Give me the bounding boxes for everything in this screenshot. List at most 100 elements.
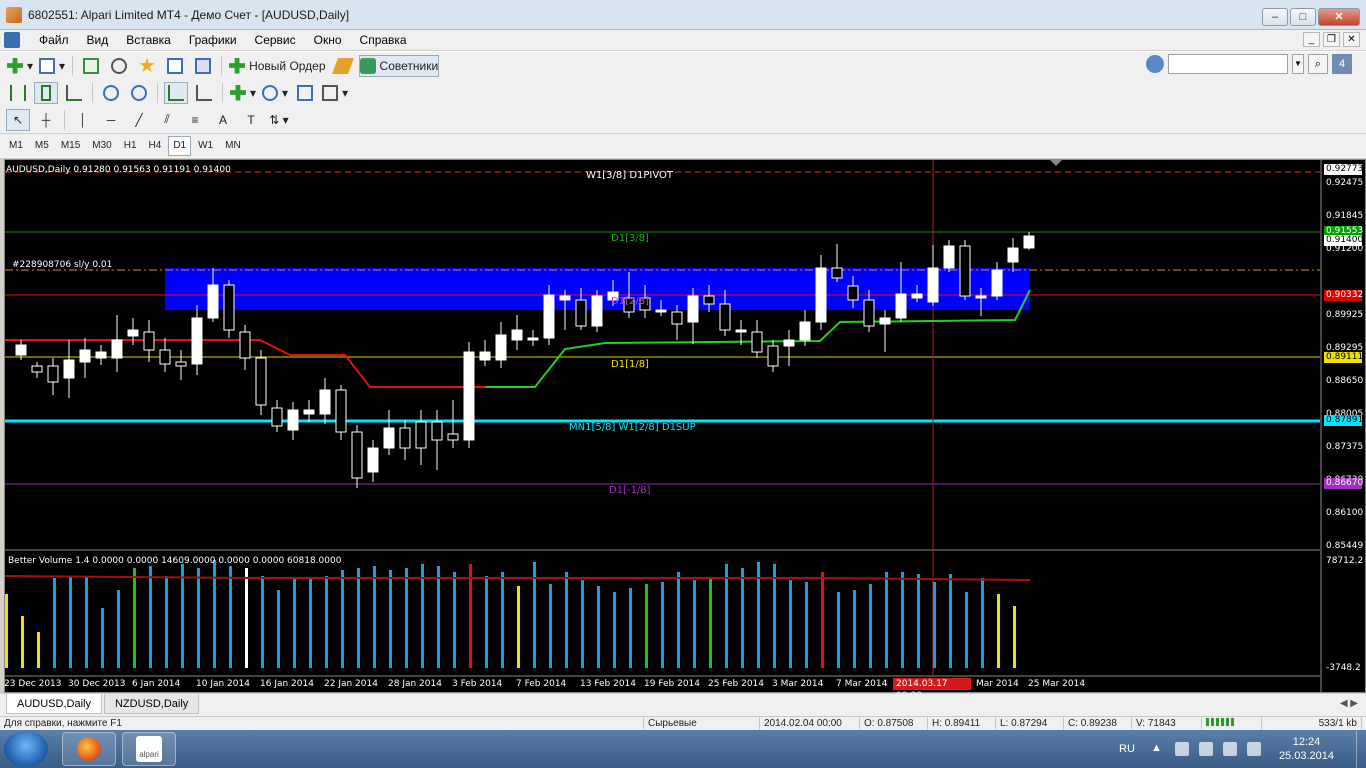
candle-body xyxy=(1007,247,1019,263)
network-warning-icon[interactable] xyxy=(1174,742,1189,756)
volume-bar xyxy=(693,580,696,668)
volume-bar xyxy=(741,568,744,668)
candle-body xyxy=(271,407,283,427)
volume-bar xyxy=(517,586,520,668)
volume-tick: 78712.2 xyxy=(1326,556,1364,566)
candle-body xyxy=(415,421,427,449)
candle-body xyxy=(895,293,907,319)
candle-body xyxy=(127,329,139,337)
candle-body xyxy=(863,299,875,327)
battery-icon[interactable] xyxy=(1198,742,1213,756)
clock-date: 25.03.2014 xyxy=(1278,750,1334,762)
level-label-d1-2-8: D1[2/8] xyxy=(611,296,649,307)
date-tick: 7 Feb 2014 xyxy=(516,679,567,689)
price-tick: 0.92475 xyxy=(1326,178,1364,188)
status-volume: V: 71843 xyxy=(1132,717,1202,730)
candle-body xyxy=(287,409,299,431)
volume-bar xyxy=(389,570,392,668)
volume-bar xyxy=(373,566,376,668)
volume-bar xyxy=(181,564,184,668)
volume-icon[interactable] xyxy=(1246,742,1261,756)
candle-body xyxy=(511,329,523,341)
alpari-icon: alpari xyxy=(136,736,162,762)
signal-icon[interactable] xyxy=(1222,742,1237,756)
volume-bar xyxy=(773,564,776,668)
candle-body xyxy=(991,269,1003,297)
candle-body xyxy=(95,351,107,359)
volume-bar xyxy=(277,590,280,668)
crosshair-date-label: 2014.03.17 00:00 xyxy=(893,678,971,701)
level-label-d1-3-8: D1[3/8] xyxy=(611,233,649,244)
tab-scroll-arrows[interactable]: ◀ ▶ xyxy=(1340,698,1358,709)
date-tick: 22 Jan 2014 xyxy=(324,679,378,689)
volume-bar xyxy=(613,592,616,668)
taskbar-alpari[interactable]: alpari xyxy=(122,732,176,766)
price-flag-support: 0.87891 xyxy=(1324,415,1364,426)
firefox-icon xyxy=(77,737,101,761)
volume-bar xyxy=(21,616,24,668)
candle-body xyxy=(447,433,459,441)
volume-bar xyxy=(149,566,152,668)
level-label-d1-1-8: D1[1/8] xyxy=(611,359,649,370)
date-tick: 25 Mar 2014 xyxy=(1028,679,1086,689)
candle-body xyxy=(591,295,603,327)
level-label-support: MN1[5/8] W1[2/8] D1SUP xyxy=(569,422,696,433)
date-tick: 7 Mar 2014 xyxy=(836,679,888,689)
status-help: Для справки, нажмите F1 xyxy=(0,717,644,730)
taskbar-firefox[interactable] xyxy=(62,732,116,766)
candle-body xyxy=(543,294,555,339)
candle-body xyxy=(879,317,891,325)
candle-body xyxy=(719,303,731,331)
windows-taskbar: alpari RU ▲ 12:24 25.03.2014 xyxy=(0,730,1366,768)
tab-nzdusd[interactable]: NZDUSD,Daily xyxy=(103,694,200,714)
volume-bar xyxy=(677,572,680,668)
candle-body xyxy=(703,295,715,305)
candle-body xyxy=(799,321,811,341)
candle-body xyxy=(47,365,59,383)
candle-body xyxy=(319,389,331,415)
date-tick: 13 Feb 2014 xyxy=(580,679,637,689)
candle-body xyxy=(463,351,475,441)
candle-body xyxy=(303,409,315,415)
tab-audusd[interactable]: AUDUSD,Daily xyxy=(6,694,102,714)
candle-body xyxy=(367,447,379,473)
volume-bar xyxy=(629,588,632,668)
candle-body xyxy=(911,293,923,299)
volume-bar xyxy=(229,566,232,668)
volume-bar xyxy=(997,594,1000,668)
system-clock[interactable]: 12:24 25.03.2014 xyxy=(1279,735,1334,763)
volume-bar xyxy=(661,582,664,668)
volume-bar xyxy=(965,592,968,668)
volume-bar xyxy=(437,566,440,668)
candle-body xyxy=(527,337,539,341)
volume-bar xyxy=(933,582,936,668)
volume-bar xyxy=(805,582,808,668)
language-indicator[interactable]: RU xyxy=(1119,743,1135,755)
show-desktop-button[interactable] xyxy=(1356,730,1366,768)
volume-bar xyxy=(453,572,456,668)
volume-bar xyxy=(469,564,472,668)
price-tick: 0.89925 xyxy=(1326,310,1364,320)
volume-bar xyxy=(981,578,984,668)
volume-bar xyxy=(901,572,904,668)
volume-average-line xyxy=(4,575,1031,581)
status-bar: Для справки, нажмите F1 Сырьевые 2014.02… xyxy=(0,716,1366,730)
date-tick: Mar 2014 xyxy=(976,679,1019,689)
price-flag-d1-minus-1-8: 0.86670 xyxy=(1324,478,1364,489)
price-chart[interactable] xyxy=(0,0,1366,694)
clock-time: 12:24 xyxy=(1292,736,1321,748)
volume-bar xyxy=(325,576,328,668)
start-button[interactable] xyxy=(4,731,48,767)
tray-arrow-icon[interactable]: ▲ xyxy=(1151,742,1165,756)
chart-tabs: AUDUSD,Daily NZDUSD,Daily ◀ ▶ xyxy=(0,694,1366,716)
volume-bar xyxy=(565,572,568,668)
candle-body xyxy=(431,421,443,441)
candle-body xyxy=(175,361,187,367)
volume-bar xyxy=(69,576,72,668)
price-tick: 0.85449 xyxy=(1326,541,1364,551)
volume-bar xyxy=(869,584,872,668)
volume-bar xyxy=(37,632,40,668)
candle-body xyxy=(63,359,75,379)
volume-bar xyxy=(85,576,88,668)
volume-bar xyxy=(501,572,504,668)
